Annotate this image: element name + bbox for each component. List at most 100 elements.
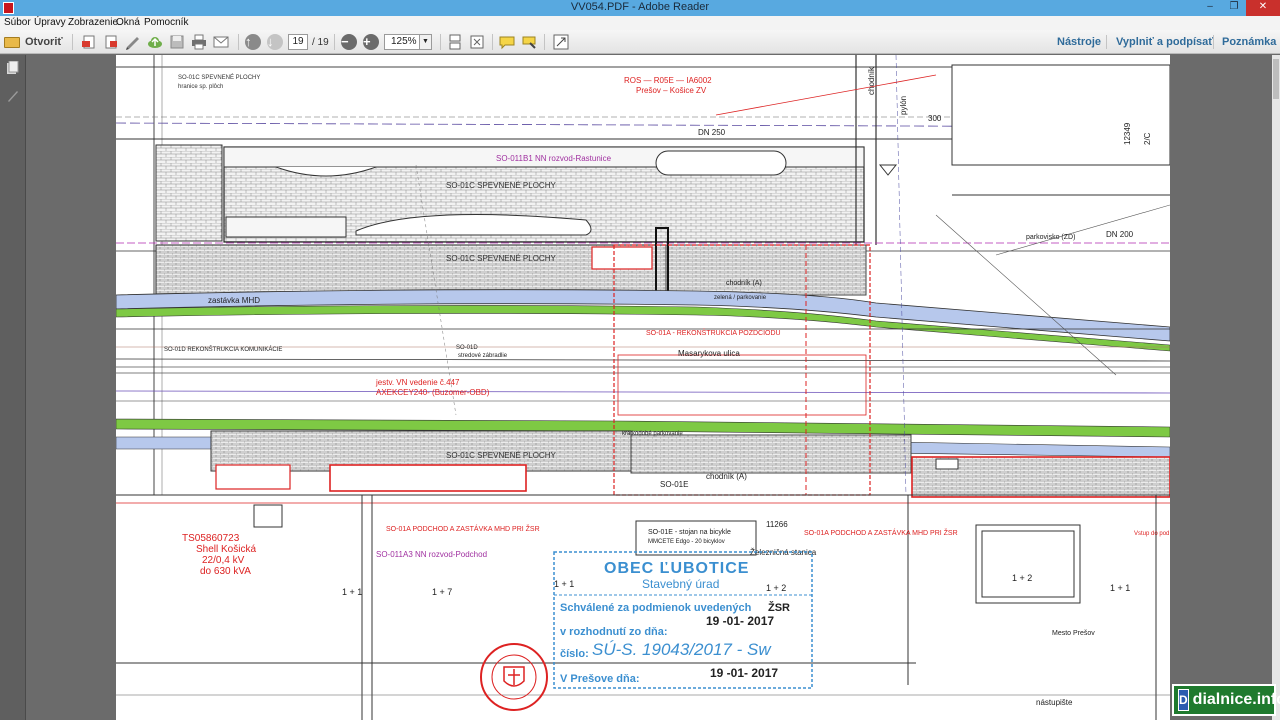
comment-link[interactable]: Poznámka bbox=[1222, 36, 1276, 48]
window-title: VV054.PDF - Adobe Reader bbox=[570, 1, 710, 13]
label-parkovisko: parkovisko (ZD) bbox=[1026, 234, 1075, 241]
stamp-decision: v rozhodnutí zo dňa: bbox=[560, 626, 668, 638]
menu-help[interactable]: Pomocník bbox=[144, 17, 188, 28]
menu-view[interactable]: Zobrazenie bbox=[68, 17, 118, 28]
label-300: 300 bbox=[928, 114, 942, 123]
label-tso: TS05860723 bbox=[182, 533, 240, 544]
label-shell: Shell Košická bbox=[196, 544, 256, 555]
label-pylon: pylón bbox=[899, 96, 908, 115]
sign-icon[interactable] bbox=[124, 33, 142, 51]
next-page-icon[interactable]: ↓ bbox=[266, 33, 284, 51]
create-pdf-icon[interactable] bbox=[80, 33, 98, 51]
label-hranice: hranice sp. plôch bbox=[178, 84, 223, 90]
label-presov-kosice: Prešov – Košice ZV bbox=[636, 86, 707, 95]
approval-stamp: OBEC ĽUBOTICE Stavebný úrad Schválené za… bbox=[553, 551, 813, 689]
label-so01c-bottom: SO-01C SPEVNENÉ PLOCHY bbox=[446, 451, 556, 460]
label-p17: 1 + 7 bbox=[432, 587, 452, 597]
label-so01a-rek: SO-01A - REKONŠTRUKCIA POZDCIODU bbox=[646, 328, 781, 337]
page-thumbnails-icon[interactable] bbox=[7, 60, 19, 74]
label-2c: 2/C bbox=[1143, 132, 1152, 145]
toolbar-separator bbox=[544, 34, 545, 50]
label-ros: ROS — R05E — IA6002 bbox=[624, 76, 712, 85]
menu-edit[interactable]: Úpravy bbox=[34, 17, 66, 28]
fill-and-sign-link[interactable]: Vyplniť a podpísať bbox=[1116, 36, 1214, 48]
label-votup: Vstup do pod bbox=[1134, 531, 1169, 537]
label-mmcete: MMCETE Edgo - 20 bicyklov bbox=[648, 539, 725, 545]
toolbar-separator bbox=[1106, 35, 1107, 49]
close-button[interactable]: ✕ bbox=[1246, 0, 1280, 16]
label-kratkodobe: krátkodobé parkovanie bbox=[622, 431, 683, 437]
restore-button[interactable]: ❐ bbox=[1222, 0, 1246, 16]
label-so01c-lower: SO-01C SPEVNENÉ PLOCHY bbox=[446, 254, 556, 263]
zoom-value: 125% bbox=[391, 36, 417, 47]
minimize-button[interactable]: – bbox=[1198, 0, 1222, 16]
label-nastupiste: nástupište bbox=[1036, 698, 1073, 707]
save-icon[interactable] bbox=[168, 33, 186, 51]
label-mesto: Mesto Prešov bbox=[1052, 630, 1095, 637]
highlight-icon[interactable] bbox=[520, 33, 538, 51]
toolbar-separator bbox=[492, 34, 493, 50]
previous-page-icon[interactable]: ↑ bbox=[244, 33, 262, 51]
label-masarykova: Masarykova ulica bbox=[678, 349, 740, 358]
fit-page-icon[interactable] bbox=[468, 33, 486, 51]
label-11266: 11266 bbox=[766, 520, 788, 529]
chevron-down-icon[interactable]: ▼ bbox=[419, 35, 431, 49]
label-so01d-short: SO-01D bbox=[456, 345, 478, 351]
pdf-page: SO-01C SPEVNENÉ PLOCHY hranice sp. plôch… bbox=[116, 55, 1170, 720]
menu-bar: Súbor Úpravy Zobrazenie Okná Pomocník bbox=[0, 16, 1280, 30]
fullscreen-icon[interactable] bbox=[552, 33, 570, 51]
label-dn200: DN 200 bbox=[1106, 230, 1134, 239]
highway-icon: D bbox=[1178, 689, 1189, 711]
open-label: Otvoriť bbox=[25, 36, 63, 48]
label-chodnik-a2: chodník (A) bbox=[706, 472, 747, 481]
menu-window[interactable]: Okná bbox=[116, 17, 140, 28]
signature-icon[interactable] bbox=[7, 89, 19, 102]
label-dn: DN 250 bbox=[698, 128, 726, 137]
stamp-number-value: SÚ-S. 19043/2017 - Sw bbox=[592, 640, 772, 659]
label-zastavka: zastávka MHD bbox=[208, 296, 260, 305]
label-so011b: SO-011B1 NN rozvod-Rastunice bbox=[496, 154, 612, 163]
edit-pdf-icon[interactable] bbox=[102, 33, 120, 51]
zoom-out-icon[interactable]: − bbox=[340, 33, 358, 51]
watermark-text: dialnice.info bbox=[1192, 691, 1280, 708]
label-p12: 1 + 2 bbox=[766, 583, 786, 593]
toolbar-separator bbox=[440, 34, 441, 50]
label-12349: 12349 bbox=[1123, 122, 1132, 145]
stamp-dept: Stavebný úrad bbox=[642, 577, 719, 591]
menu-file[interactable]: Súbor bbox=[4, 17, 31, 28]
print-icon[interactable] bbox=[190, 33, 208, 51]
label-kva: do 630 kVA bbox=[200, 566, 251, 577]
dialnice-watermark: D dialnice.info bbox=[1172, 684, 1280, 716]
stamp-org: OBEC ĽUBOTICE bbox=[604, 560, 749, 577]
label-axekcey: AXEKCEY240- (Buzomer-OBD) bbox=[376, 388, 490, 397]
open-button[interactable]: Otvoriť bbox=[4, 33, 64, 51]
email-icon[interactable] bbox=[212, 33, 230, 51]
comment-icon[interactable] bbox=[498, 33, 516, 51]
site-plan-drawing: SO-01C SPEVNENÉ PLOCHY hranice sp. plôch… bbox=[116, 55, 1170, 720]
zoom-in-icon[interactable]: + bbox=[362, 33, 380, 51]
page-number-input[interactable]: 19 bbox=[288, 34, 308, 50]
label-so01c-top: SO-01C SPEVNENÉ PLOCHY bbox=[178, 74, 260, 81]
tools-link[interactable]: Nástroje bbox=[1057, 36, 1101, 48]
scrolling-mode-icon[interactable] bbox=[446, 33, 464, 51]
scrollbar-thumb[interactable] bbox=[1273, 59, 1279, 99]
toolbar-separator bbox=[1213, 35, 1214, 49]
label-stredove: stredové zábradlie bbox=[458, 353, 508, 359]
official-seal bbox=[480, 643, 548, 711]
label-kv: 22/0,4 kV bbox=[202, 555, 245, 566]
label-p11b: 1 + 1 bbox=[342, 587, 362, 597]
zoom-select[interactable]: 125% ▼ bbox=[384, 34, 432, 50]
label-so01d: SO-01D REKONŠTRUKCIA KOMUNIKÁCIE bbox=[164, 346, 282, 353]
upload-cloud-icon[interactable] bbox=[146, 33, 164, 51]
label-jestv: jestv. VN vedenie č.447 bbox=[375, 378, 460, 387]
label-p11: 1 + 1 bbox=[554, 579, 574, 589]
label-so01c-mid: SO-01C SPEVNENÉ PLOCHY bbox=[446, 181, 556, 190]
label-p11c: 1 + 1 bbox=[1110, 583, 1130, 593]
toolbar-separator bbox=[334, 34, 335, 50]
folder-icon bbox=[4, 36, 20, 48]
label-p12b: 1 + 2 bbox=[1012, 573, 1032, 583]
toolbar-separator bbox=[238, 34, 239, 50]
toolbar-separator bbox=[72, 34, 73, 50]
vertical-scrollbar[interactable] bbox=[1272, 55, 1280, 720]
stamp-approved: Schválené za podmienok uvedených bbox=[560, 602, 752, 614]
